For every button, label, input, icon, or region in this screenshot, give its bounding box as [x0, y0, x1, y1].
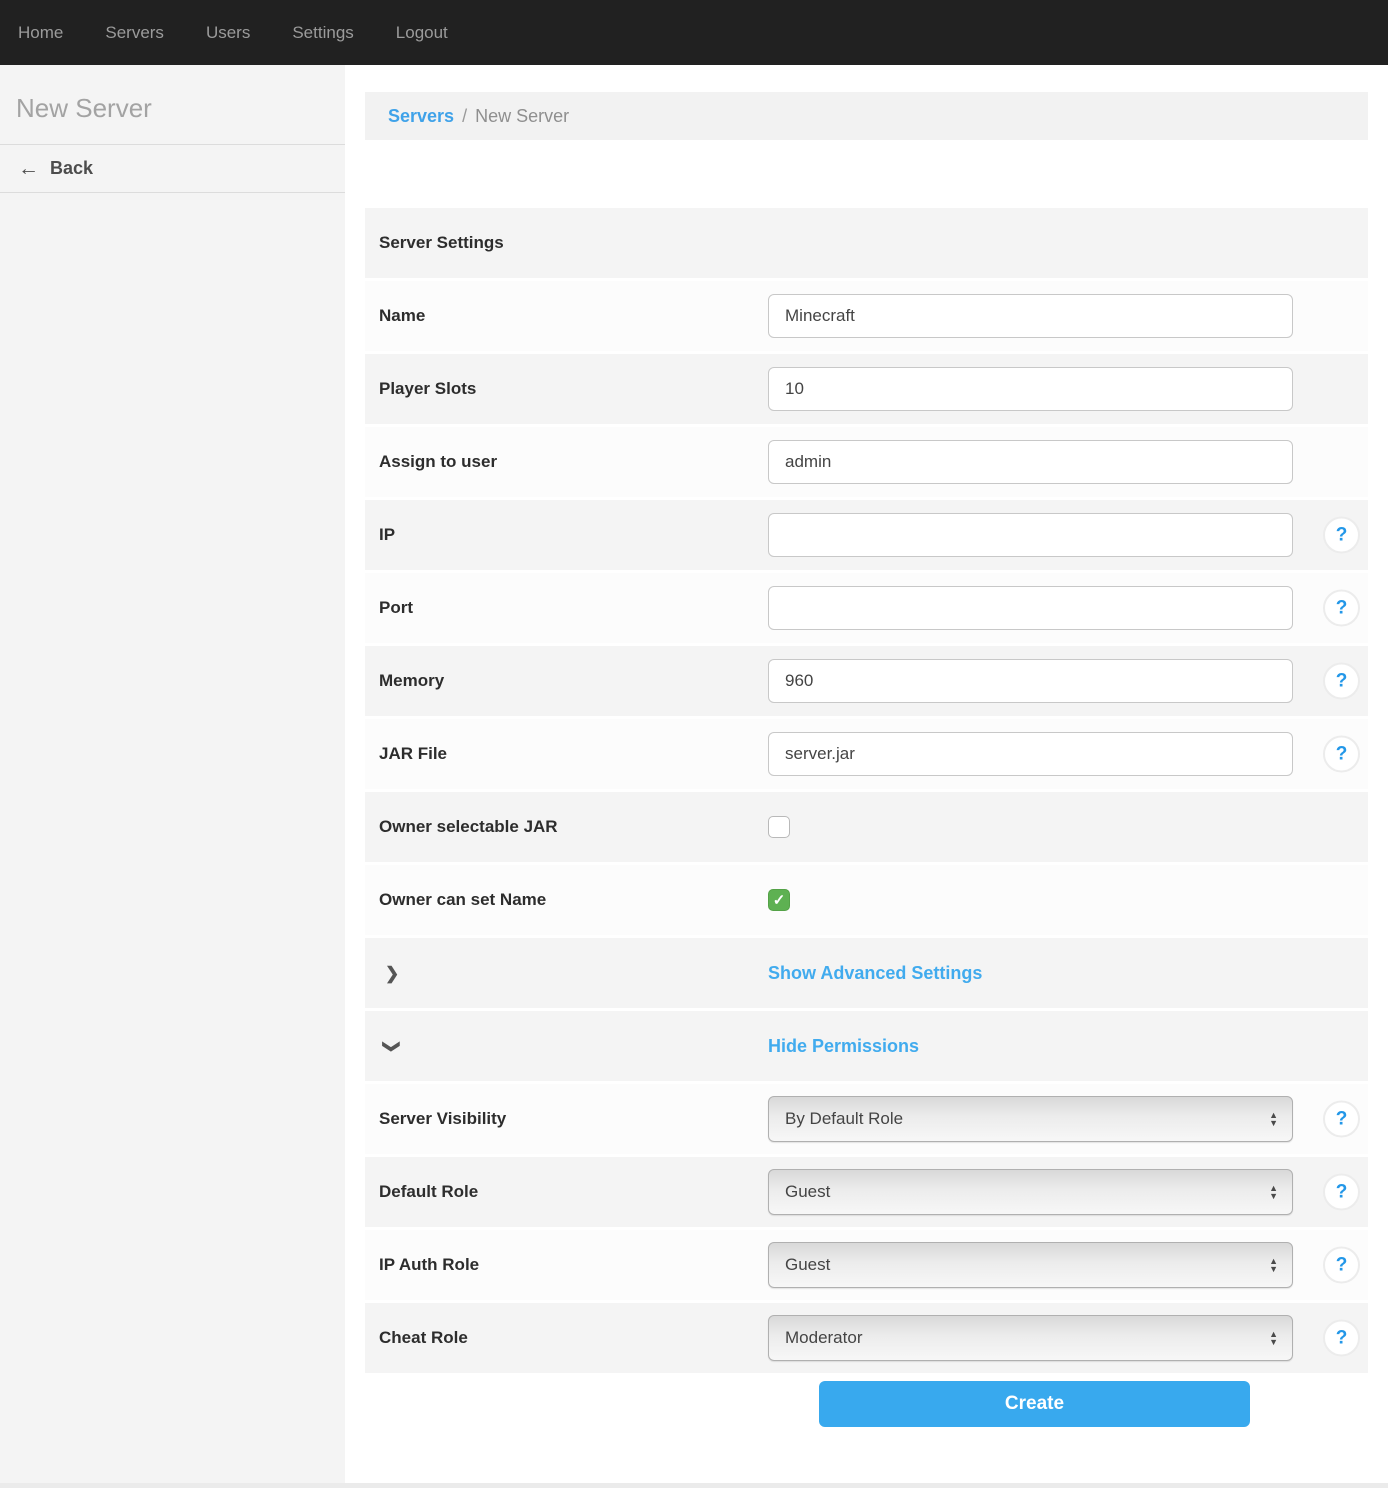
form-row-show-advanced-settings: ❯ Show Advanced Settings [365, 938, 1368, 1008]
nav-item-home[interactable]: Home [18, 23, 63, 43]
default-role-select[interactable]: Guest ▲▼ [768, 1169, 1293, 1215]
form-row-hide-permissions: ❯ Hide Permissions [365, 1011, 1368, 1081]
spinner-down-icon: ▼ [1269, 1265, 1278, 1273]
form-row-server-visibility: Server Visibility By Default Role ▲▼? [365, 1084, 1368, 1154]
create-button[interactable]: Create [819, 1381, 1250, 1427]
breadcrumb-current: New Server [475, 106, 569, 127]
nav-item-servers[interactable]: Servers [105, 23, 164, 43]
select-spinner-icon: ▲▼ [1269, 1257, 1278, 1273]
form-row-player-slots: Player Slots [365, 354, 1368, 424]
ip-label: IP [365, 525, 768, 545]
default-role-label: Default Role [365, 1182, 768, 1202]
nav-item-logout[interactable]: Logout [396, 23, 448, 43]
help-icon[interactable]: ? [1323, 1247, 1360, 1284]
owner-can-set-name-label: Owner can set Name [365, 890, 768, 910]
form-row-ip: IP? [365, 500, 1368, 570]
back-button[interactable]: ← Back [0, 145, 345, 193]
show-advanced-settings-link[interactable]: Show Advanced Settings [768, 963, 982, 984]
main-content: Servers / New Server Server Settings Name… [345, 92, 1388, 1443]
ip-auth-role-select[interactable]: Guest ▲▼ [768, 1242, 1293, 1288]
cheat-role-select[interactable]: Moderator ▲▼ [768, 1315, 1293, 1361]
owner-can-set-name-checkbox[interactable]: ✓ [768, 889, 790, 911]
cheat-role-label: Cheat Role [365, 1328, 768, 1348]
nav-item-users[interactable]: Users [206, 23, 250, 43]
help-icon[interactable]: ? [1323, 590, 1360, 627]
form-row-owner-selectable-jar: Owner selectable JAR✓ [365, 792, 1368, 862]
nav-item-settings[interactable]: Settings [292, 23, 353, 43]
sidebar-page-title: New Server [0, 65, 345, 145]
create-button-row: Create [365, 1381, 1368, 1443]
help-icon[interactable]: ? [1323, 1101, 1360, 1138]
help-icon[interactable]: ? [1323, 663, 1360, 700]
form-row-owner-can-set-name: Owner can set Name ✓ [365, 865, 1368, 935]
assign-to-user-label: Assign to user [365, 452, 768, 472]
back-label: Back [50, 158, 93, 179]
chevron-right-icon[interactable]: ❯ [385, 965, 399, 982]
player-slots-input[interactable] [768, 367, 1293, 411]
jar-file-label: JAR File [365, 744, 768, 764]
port-input[interactable] [768, 586, 1293, 630]
select-spinner-icon: ▲▼ [1269, 1184, 1278, 1200]
top-navbar: Home Servers Users Settings Logout [0, 0, 1388, 65]
default-role-selected-value: Guest [785, 1182, 830, 1202]
bottom-strip [0, 1483, 1388, 1488]
assign-to-user-input[interactable] [768, 440, 1293, 484]
help-icon[interactable]: ? [1323, 736, 1360, 773]
jar-file-input[interactable] [768, 732, 1293, 776]
server-visibility-label: Server Visibility [365, 1109, 768, 1129]
form-row-port: Port? [365, 573, 1368, 643]
breadcrumb-separator: / [462, 106, 467, 127]
name-input[interactable] [768, 294, 1293, 338]
help-icon[interactable]: ? [1323, 1320, 1360, 1357]
form-row-ip-auth-role: IP Auth Role Guest ▲▼? [365, 1230, 1368, 1300]
player-slots-label: Player Slots [365, 379, 768, 399]
form-row-jar-file: JAR File? [365, 719, 1368, 789]
help-icon[interactable]: ? [1323, 1174, 1360, 1211]
select-spinner-icon: ▲▼ [1269, 1111, 1278, 1127]
form-row-server-settings-header: Server Settings [365, 208, 1368, 278]
select-spinner-icon: ▲▼ [1269, 1330, 1278, 1346]
server-visibility-selected-value: By Default Role [785, 1109, 903, 1129]
ip-auth-role-selected-value: Guest [785, 1255, 830, 1275]
hide-permissions-link[interactable]: Hide Permissions [768, 1036, 919, 1057]
ip-input[interactable] [768, 513, 1293, 557]
section-title: Server Settings [365, 233, 504, 253]
cheat-role-selected-value: Moderator [785, 1328, 862, 1348]
form-row-cheat-role: Cheat Role Moderator ▲▼? [365, 1303, 1368, 1373]
server-settings-form: Server Settings Name Player Slots Assign to… [365, 208, 1368, 1373]
spinner-down-icon: ▼ [1269, 1338, 1278, 1346]
chevron-down-icon[interactable]: ❯ [384, 1039, 401, 1053]
breadcrumb-link-servers[interactable]: Servers [388, 106, 454, 127]
breadcrumb: Servers / New Server [365, 92, 1368, 140]
form-row-default-role: Default Role Guest ▲▼? [365, 1157, 1368, 1227]
port-label: Port [365, 598, 768, 618]
form-row-name: Name [365, 281, 1368, 351]
spinner-down-icon: ▼ [1269, 1119, 1278, 1127]
memory-label: Memory [365, 671, 768, 691]
help-icon[interactable]: ? [1323, 517, 1360, 554]
owner-selectable-jar-checkbox[interactable]: ✓ [768, 816, 790, 838]
check-icon: ✓ [773, 893, 786, 908]
owner-selectable-jar-label: Owner selectable JAR [365, 817, 768, 837]
name-label: Name [365, 306, 768, 326]
server-visibility-select[interactable]: By Default Role ▲▼ [768, 1096, 1293, 1142]
form-row-assign-to-user: Assign to user [365, 427, 1368, 497]
memory-input[interactable] [768, 659, 1293, 703]
ip-auth-role-label: IP Auth Role [365, 1255, 768, 1275]
form-row-memory: Memory? [365, 646, 1368, 716]
spinner-down-icon: ▼ [1269, 1192, 1278, 1200]
sidebar: New Server ← Back [0, 65, 345, 1488]
back-arrow-icon: ← [18, 158, 39, 179]
